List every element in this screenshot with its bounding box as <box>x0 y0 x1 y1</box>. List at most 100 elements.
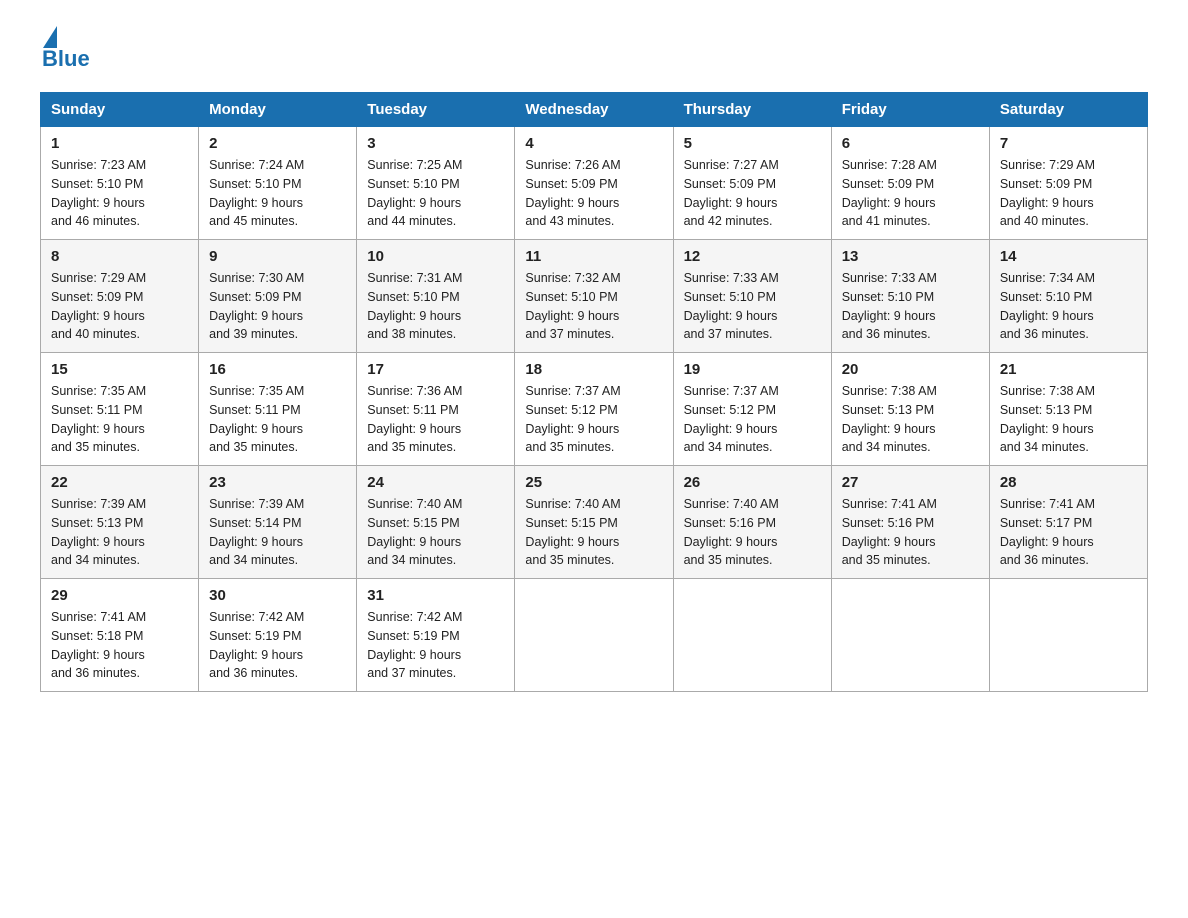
calendar-cell: 10 Sunrise: 7:31 AMSunset: 5:10 PMDayligh… <box>357 240 515 353</box>
calendar-cell: 7 Sunrise: 7:29 AMSunset: 5:09 PMDaylight… <box>989 127 1147 240</box>
calendar-cell: 8 Sunrise: 7:29 AMSunset: 5:09 PMDaylight… <box>41 240 199 353</box>
calendar-cell <box>989 579 1147 692</box>
calendar-cell: 29 Sunrise: 7:41 AMSunset: 5:18 PMDayligh… <box>41 579 199 692</box>
day-number: 3 <box>367 135 504 152</box>
calendar-week-row: 15 Sunrise: 7:35 AMSunset: 5:11 PMDayligh… <box>41 353 1148 466</box>
day-number: 18 <box>525 361 662 378</box>
calendar-cell: 2 Sunrise: 7:24 AMSunset: 5:10 PMDaylight… <box>199 127 357 240</box>
calendar-cell: 16 Sunrise: 7:35 AMSunset: 5:11 PMDayligh… <box>199 353 357 466</box>
day-info: Sunrise: 7:35 AMSunset: 5:11 PMDaylight:… <box>209 382 346 457</box>
day-number: 23 <box>209 474 346 491</box>
day-info: Sunrise: 7:34 AMSunset: 5:10 PMDaylight:… <box>1000 269 1137 344</box>
calendar-cell: 17 Sunrise: 7:36 AMSunset: 5:11 PMDayligh… <box>357 353 515 466</box>
calendar-header-tuesday: Tuesday <box>357 93 515 127</box>
calendar-cell: 1Sunrise: 7:23 AMSunset: 5:10 PMDaylight… <box>41 127 199 240</box>
day-number: 10 <box>367 248 504 265</box>
day-info: Sunrise: 7:36 AMSunset: 5:11 PMDaylight:… <box>367 382 504 457</box>
calendar-header-row: SundayMondayTuesdayWednesdayThursdayFrid… <box>41 93 1148 127</box>
day-info: Sunrise: 7:35 AMSunset: 5:11 PMDaylight:… <box>51 382 188 457</box>
calendar-cell: 26 Sunrise: 7:40 AMSunset: 5:16 PMDayligh… <box>673 466 831 579</box>
calendar-cell: 11 Sunrise: 7:32 AMSunset: 5:10 PMDayligh… <box>515 240 673 353</box>
day-info: Sunrise: 7:29 AMSunset: 5:09 PMDaylight:… <box>51 269 188 344</box>
calendar-cell: 28 Sunrise: 7:41 AMSunset: 5:17 PMDayligh… <box>989 466 1147 579</box>
calendar-cell: 5 Sunrise: 7:27 AMSunset: 5:09 PMDaylight… <box>673 127 831 240</box>
calendar-week-row: 8 Sunrise: 7:29 AMSunset: 5:09 PMDaylight… <box>41 240 1148 353</box>
day-info: Sunrise: 7:30 AMSunset: 5:09 PMDaylight:… <box>209 269 346 344</box>
calendar-cell: 22 Sunrise: 7:39 AMSunset: 5:13 PMDayligh… <box>41 466 199 579</box>
calendar-cell: 18Sunrise: 7:37 AMSunset: 5:12 PMDayligh… <box>515 353 673 466</box>
page-header: Blue <box>40 30 1148 72</box>
day-number: 6 <box>842 135 979 152</box>
calendar-header-saturday: Saturday <box>989 93 1147 127</box>
calendar-cell: 4Sunrise: 7:26 AMSunset: 5:09 PMDaylight… <box>515 127 673 240</box>
logo-triangle-icon <box>43 26 57 48</box>
day-number: 13 <box>842 248 979 265</box>
calendar-cell: 19Sunrise: 7:37 AMSunset: 5:12 PMDayligh… <box>673 353 831 466</box>
calendar-cell: 23 Sunrise: 7:39 AMSunset: 5:14 PMDayligh… <box>199 466 357 579</box>
day-number: 15 <box>51 361 188 378</box>
day-number: 9 <box>209 248 346 265</box>
day-number: 17 <box>367 361 504 378</box>
calendar-cell: 13 Sunrise: 7:33 AMSunset: 5:10 PMDayligh… <box>831 240 989 353</box>
calendar-header-wednesday: Wednesday <box>515 93 673 127</box>
day-number: 30 <box>209 587 346 604</box>
calendar-header-friday: Friday <box>831 93 989 127</box>
calendar-cell: 27Sunrise: 7:41 AMSunset: 5:16 PMDayligh… <box>831 466 989 579</box>
day-number: 8 <box>51 248 188 265</box>
calendar-cell: 6 Sunrise: 7:28 AMSunset: 5:09 PMDaylight… <box>831 127 989 240</box>
day-number: 12 <box>684 248 821 265</box>
day-info: Sunrise: 7:40 AMSunset: 5:16 PMDaylight:… <box>684 495 821 570</box>
day-number: 11 <box>525 248 662 265</box>
day-number: 16 <box>209 361 346 378</box>
day-number: 26 <box>684 474 821 491</box>
day-info: Sunrise: 7:41 AMSunset: 5:18 PMDaylight:… <box>51 608 188 683</box>
calendar-cell: 14 Sunrise: 7:34 AMSunset: 5:10 PMDayligh… <box>989 240 1147 353</box>
day-number: 2 <box>209 135 346 152</box>
day-info: Sunrise: 7:39 AMSunset: 5:13 PMDaylight:… <box>51 495 188 570</box>
calendar-cell: 15 Sunrise: 7:35 AMSunset: 5:11 PMDayligh… <box>41 353 199 466</box>
calendar-cell: 21 Sunrise: 7:38 AMSunset: 5:13 PMDayligh… <box>989 353 1147 466</box>
day-number: 14 <box>1000 248 1137 265</box>
day-number: 25 <box>525 474 662 491</box>
day-info: Sunrise: 7:25 AMSunset: 5:10 PMDaylight:… <box>367 156 504 231</box>
day-info: Sunrise: 7:32 AMSunset: 5:10 PMDaylight:… <box>525 269 662 344</box>
day-number: 1 <box>51 135 188 152</box>
day-info: Sunrise: 7:38 AMSunset: 5:13 PMDaylight:… <box>842 382 979 457</box>
day-number: 7 <box>1000 135 1137 152</box>
day-info: Sunrise: 7:28 AMSunset: 5:09 PMDaylight:… <box>842 156 979 231</box>
day-number: 27 <box>842 474 979 491</box>
day-info: Sunrise: 7:37 AMSunset: 5:12 PMDaylight:… <box>684 382 821 457</box>
calendar-cell: 9 Sunrise: 7:30 AMSunset: 5:09 PMDaylight… <box>199 240 357 353</box>
calendar-header-thursday: Thursday <box>673 93 831 127</box>
calendar-cell <box>673 579 831 692</box>
calendar-cell: 20 Sunrise: 7:38 AMSunset: 5:13 PMDayligh… <box>831 353 989 466</box>
day-info: Sunrise: 7:41 AMSunset: 5:17 PMDaylight:… <box>1000 495 1137 570</box>
day-number: 22 <box>51 474 188 491</box>
day-number: 20 <box>842 361 979 378</box>
day-number: 24 <box>367 474 504 491</box>
day-info: Sunrise: 7:40 AMSunset: 5:15 PMDaylight:… <box>367 495 504 570</box>
day-number: 21 <box>1000 361 1137 378</box>
calendar-table: SundayMondayTuesdayWednesdayThursdayFrid… <box>40 92 1148 692</box>
day-info: Sunrise: 7:33 AMSunset: 5:10 PMDaylight:… <box>684 269 821 344</box>
day-info: Sunrise: 7:38 AMSunset: 5:13 PMDaylight:… <box>1000 382 1137 457</box>
day-number: 29 <box>51 587 188 604</box>
day-number: 31 <box>367 587 504 604</box>
calendar-week-row: 1Sunrise: 7:23 AMSunset: 5:10 PMDaylight… <box>41 127 1148 240</box>
calendar-cell: 31Sunrise: 7:42 AMSunset: 5:19 PMDayligh… <box>357 579 515 692</box>
day-info: Sunrise: 7:27 AMSunset: 5:09 PMDaylight:… <box>684 156 821 231</box>
day-info: Sunrise: 7:24 AMSunset: 5:10 PMDaylight:… <box>209 156 346 231</box>
calendar-header-sunday: Sunday <box>41 93 199 127</box>
calendar-cell <box>515 579 673 692</box>
day-number: 5 <box>684 135 821 152</box>
day-info: Sunrise: 7:29 AMSunset: 5:09 PMDaylight:… <box>1000 156 1137 231</box>
calendar-cell: 24 Sunrise: 7:40 AMSunset: 5:15 PMDayligh… <box>357 466 515 579</box>
day-number: 28 <box>1000 474 1137 491</box>
calendar-cell: 3 Sunrise: 7:25 AMSunset: 5:10 PMDaylight… <box>357 127 515 240</box>
day-info: Sunrise: 7:33 AMSunset: 5:10 PMDaylight:… <box>842 269 979 344</box>
logo-line2: Blue <box>42 46 90 72</box>
calendar-week-row: 22 Sunrise: 7:39 AMSunset: 5:13 PMDayligh… <box>41 466 1148 579</box>
day-info: Sunrise: 7:39 AMSunset: 5:14 PMDaylight:… <box>209 495 346 570</box>
day-info: Sunrise: 7:31 AMSunset: 5:10 PMDaylight:… <box>367 269 504 344</box>
day-info: Sunrise: 7:40 AMSunset: 5:15 PMDaylight:… <box>525 495 662 570</box>
